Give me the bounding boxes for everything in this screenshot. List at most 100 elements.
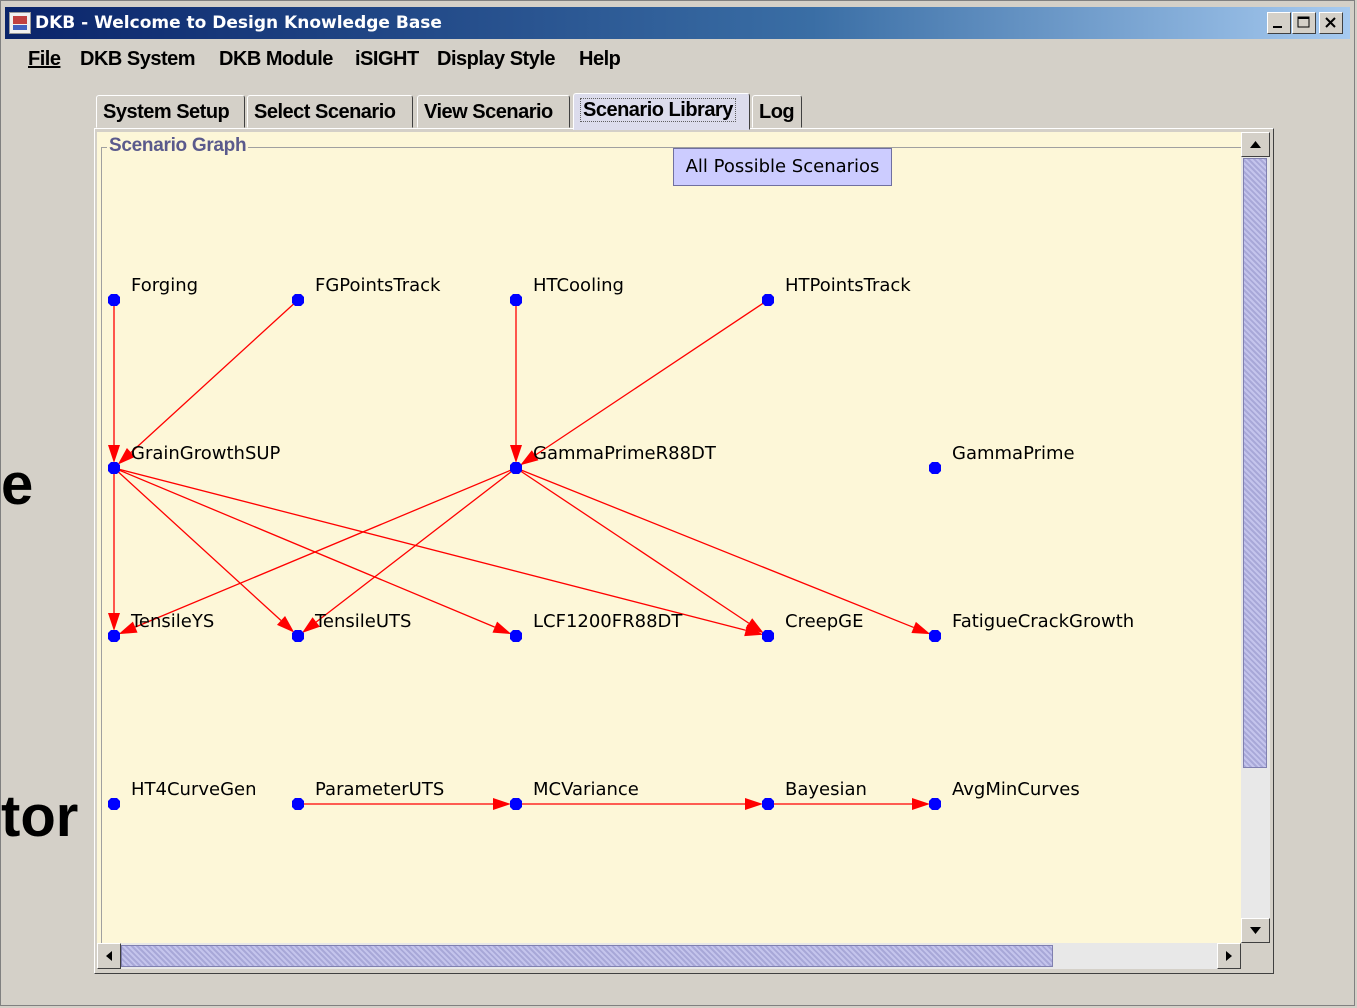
node-marker — [762, 294, 774, 306]
vertical-scrollbar[interactable] — [1241, 132, 1270, 943]
node-creepge[interactable]: CreepGE — [762, 611, 863, 642]
node-marker — [292, 294, 304, 306]
arrow-left-icon — [106, 951, 112, 961]
node-marker — [929, 462, 941, 474]
node-label: HTCooling — [533, 275, 624, 296]
node-label: CreepGE — [785, 611, 863, 632]
node-ht4curvegen[interactable]: HT4CurveGen — [108, 779, 257, 810]
tab-scenario-library[interactable]: Scenario Library — [573, 93, 750, 130]
node-lcf1200fr88dt[interactable]: LCF1200FR88DT — [510, 611, 683, 642]
node-label: FGPointsTrack — [315, 275, 441, 296]
horizontal-scroll-thumb[interactable] — [121, 945, 1053, 967]
menu-dkb-system[interactable]: DKB System — [80, 48, 196, 71]
node-marker — [510, 630, 522, 642]
node-marker — [510, 462, 522, 474]
arrowhead-icon — [510, 445, 522, 463]
node-marker — [108, 294, 120, 306]
node-marker — [929, 798, 941, 810]
java-app-icon — [9, 12, 31, 34]
node-marker — [108, 630, 120, 642]
node-htpointstrack[interactable]: HTPointsTrack — [762, 275, 911, 306]
close-button[interactable] — [1319, 12, 1343, 34]
vertical-scroll-thumb[interactable] — [1243, 158, 1267, 768]
node-marker — [292, 630, 304, 642]
arrowhead-icon — [911, 621, 931, 635]
node-marker — [108, 462, 120, 474]
node-tensileys[interactable]: TensileYS — [108, 611, 214, 642]
tab-log[interactable]: Log — [752, 95, 802, 128]
arrowhead-icon — [108, 613, 120, 631]
tab-view-scenario[interactable]: View Scenario — [417, 95, 570, 128]
close-icon — [1325, 17, 1336, 28]
node-avgmincurves[interactable]: AvgMinCurves — [929, 779, 1080, 810]
node-htcooling[interactable]: HTCooling — [510, 275, 624, 306]
tab-system-setup[interactable]: System Setup — [96, 95, 245, 128]
node-label: GrainGrowthSUP — [131, 443, 281, 464]
edge-fgpointstrack-graingrowthsup — [130, 299, 299, 453]
edge-htpointstrack-gammaprimer88dt — [534, 299, 769, 456]
node-fgpointstrack[interactable]: FGPointsTrack — [292, 275, 441, 306]
node-parameteruts[interactable]: ParameterUTS — [292, 779, 444, 810]
menu-help[interactable]: Help — [579, 48, 621, 71]
arrowhead-icon — [492, 621, 512, 635]
horizontal-scrollbar[interactable] — [97, 943, 1241, 969]
minimize-icon — [1273, 26, 1282, 28]
overlay-fragment-top: e — [1, 452, 34, 517]
arrow-right-icon — [1226, 951, 1232, 961]
node-marker — [510, 798, 522, 810]
node-label: HT4CurveGen — [131, 779, 257, 800]
node-fatiguecrackgrowth[interactable]: FatigueCrackGrowth — [929, 611, 1134, 642]
scenario-graph-canvas[interactable]: Forging FGPointsTrack HTCooling HTPointsTra… — [97, 132, 1241, 943]
tab-scenario-library-label: Scenario Library — [580, 98, 736, 122]
node-marker — [510, 294, 522, 306]
node-bayesian[interactable]: Bayesian — [762, 779, 867, 810]
edge-graingrowthsup-creepge — [113, 467, 746, 631]
node-label: MCVariance — [533, 779, 639, 800]
node-label: GammaPrime — [952, 443, 1075, 464]
scroll-up-button[interactable] — [1241, 132, 1270, 157]
node-label: ParameterUTS — [315, 779, 444, 800]
scroll-down-button[interactable] — [1241, 918, 1270, 943]
arrowhead-icon — [108, 445, 120, 463]
node-gammaprimer88dt[interactable]: GammaPrimeR88DT — [510, 443, 717, 474]
node-graingrowthsup[interactable]: GrainGrowthSUP — [108, 443, 281, 474]
scroll-right-button[interactable] — [1217, 943, 1241, 969]
node-forging[interactable]: Forging — [108, 275, 198, 306]
menu-dkb-module[interactable]: DKB Module — [219, 48, 333, 71]
node-marker — [108, 798, 120, 810]
node-label: GammaPrimeR88DT — [533, 443, 717, 464]
node-label: Forging — [131, 275, 198, 296]
menu-isight[interactable]: iSIGHT — [355, 48, 419, 71]
minimize-button[interactable] — [1267, 12, 1291, 34]
tab-select-scenario[interactable]: Select Scenario — [247, 95, 413, 128]
node-label: HTPointsTrack — [785, 275, 911, 296]
graph-edges — [108, 299, 931, 810]
edge-gammaprimer88dt-creepge — [515, 467, 750, 624]
menu-file-label: File — [28, 48, 61, 70]
scrollbar-corner — [1241, 943, 1270, 969]
node-marker — [762, 798, 774, 810]
node-label: TensileYS — [130, 611, 214, 632]
maximize-icon — [1297, 16, 1310, 28]
edge-gammaprimer88dt-fatiguecrackgrowth — [515, 467, 914, 629]
arrowhead-icon — [912, 798, 930, 810]
node-label: FatigueCrackGrowth — [952, 611, 1134, 632]
node-label: AvgMinCurves — [952, 779, 1080, 800]
node-label: TensileUTS — [314, 611, 411, 632]
menu-file[interactable]: File — [28, 48, 61, 71]
arrowhead-icon — [745, 798, 763, 810]
node-marker — [292, 798, 304, 810]
node-label: LCF1200FR88DT — [533, 611, 683, 632]
maximize-button[interactable] — [1292, 12, 1316, 34]
menu-display-style[interactable]: Display Style — [437, 48, 556, 71]
menu-bar: File DKB System DKB Module iSIGHT Displa… — [5, 43, 1350, 77]
edge-gammaprimer88dt-tensileuts — [315, 467, 517, 623]
scroll-left-button[interactable] — [97, 943, 121, 969]
graph-nodes: Forging FGPointsTrack HTCooling HTPointsTra… — [108, 275, 1134, 810]
node-mcvariance[interactable]: MCVariance — [510, 779, 639, 810]
node-label: Bayesian — [785, 779, 867, 800]
node-gammaprime[interactable]: GammaPrime — [929, 443, 1075, 474]
title-bar[interactable]: DKB - Welcome to Design Knowledge Base — [5, 7, 1350, 39]
edge-graingrowthsup-lcf1200fr88dt — [113, 467, 496, 628]
arrowhead-icon — [493, 798, 511, 810]
